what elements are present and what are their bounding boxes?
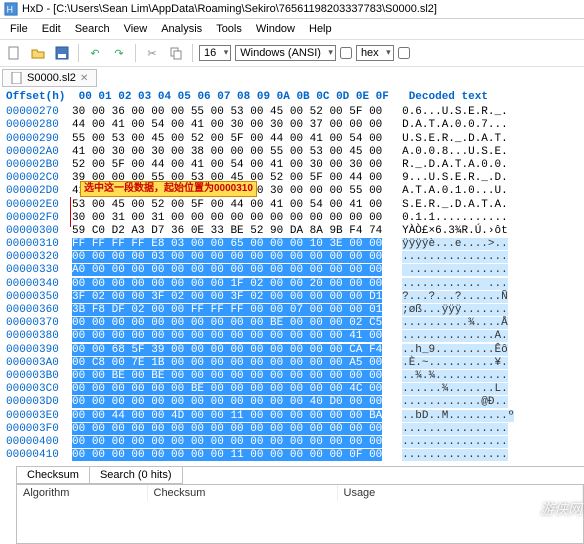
encoding-combo[interactable]: Windows (ANSI): [235, 45, 336, 61]
hex-row[interactable]: 00000400 00 00 00 00 00 00 00 00 00 00 0…: [6, 436, 584, 449]
encoding-checkbox[interactable]: [340, 47, 352, 59]
hex-editor[interactable]: 选中这一段数据，起始位置为0000310 Offset(h) 00 01 02 …: [0, 87, 584, 462]
hex-row[interactable]: 00000370 00 00 00 00 00 00 00 00 00 00 B…: [6, 317, 584, 330]
col-checksum[interactable]: Checksum: [147, 485, 337, 501]
checksum-panel: Algorithm Checksum Usage: [16, 484, 584, 544]
close-tab-icon[interactable]: ✕: [80, 73, 88, 84]
hex-row[interactable]: 00000300 59 C0 D2 A3 D7 36 0E 33 BE 52 9…: [6, 225, 584, 238]
number-base-combo[interactable]: hex: [356, 45, 394, 61]
hex-row[interactable]: 00000360 3B F8 DF 02 00 00 FF FF FF 00 0…: [6, 304, 584, 317]
app-logo-icon: H: [4, 2, 18, 16]
hex-header: Offset(h) 00 01 02 03 04 05 06 07 08 09 …: [6, 91, 584, 104]
hex-row[interactable]: 000003F0 00 00 00 00 00 00 00 00 00 00 0…: [6, 423, 584, 436]
menu-view[interactable]: View: [118, 21, 154, 37]
hex-row[interactable]: 000002A0 41 00 30 00 30 00 38 00 00 00 5…: [6, 146, 584, 159]
menu-file[interactable]: File: [4, 21, 34, 37]
toolbar: ↶ ↷ ✂ 16 Windows (ANSI) hex: [0, 40, 584, 67]
menu-window[interactable]: Window: [250, 21, 301, 37]
hex-row[interactable]: 00000310 FF FF FF FF E8 03 00 00 65 00 0…: [6, 238, 584, 251]
hex-row[interactable]: 00000390 00 00 68 5F 39 00 00 00 00 00 0…: [6, 344, 584, 357]
hex-row[interactable]: 000002E0 53 00 45 00 52 00 5F 00 44 00 4…: [6, 199, 584, 212]
hex-row[interactable]: 00000340 00 00 00 00 00 00 00 00 1F 02 0…: [6, 278, 584, 291]
menu-help[interactable]: Help: [303, 21, 338, 37]
titlebar: H HxD - [C:\Users\Sean Lim\AppData\Roami…: [0, 0, 584, 19]
menubar: File Edit Search View Analysis Tools Win…: [0, 19, 584, 40]
hex-row[interactable]: 000003B0 00 00 BE 00 BE 00 00 00 00 00 0…: [6, 370, 584, 383]
hex-row[interactable]: 00000290 55 00 53 00 45 00 52 00 5F 00 4…: [6, 133, 584, 146]
save-button[interactable]: [52, 43, 72, 63]
base-checkbox[interactable]: [398, 47, 410, 59]
columns-combo[interactable]: 16: [199, 45, 231, 61]
file-icon: [11, 72, 23, 84]
undo-button[interactable]: ↶: [85, 43, 105, 63]
hex-row[interactable]: 000002F0 30 00 31 00 31 00 00 00 00 00 0…: [6, 212, 584, 225]
hex-row[interactable]: 00000350 3F 02 00 00 3F 02 00 00 3F 02 0…: [6, 291, 584, 304]
document-tab[interactable]: S0000.sl2 ✕: [2, 69, 97, 87]
menu-edit[interactable]: Edit: [36, 21, 67, 37]
cut-button[interactable]: ✂: [142, 43, 162, 63]
hex-row[interactable]: 000003C0 00 00 00 00 00 00 BE 00 00 00 0…: [6, 383, 584, 396]
tab-search[interactable]: Search (0 hits): [89, 467, 183, 484]
hex-row[interactable]: 00000270 30 00 36 00 00 00 55 00 53 00 4…: [6, 106, 584, 119]
hex-row[interactable]: 000003D0 00 00 00 00 00 00 00 00 00 00 0…: [6, 396, 584, 409]
tab-checksum[interactable]: Checksum: [16, 467, 90, 484]
hex-row[interactable]: 00000380 00 00 00 00 00 00 00 00 00 00 0…: [6, 330, 584, 343]
hex-row[interactable]: 00000280 44 00 41 00 54 00 41 00 30 00 3…: [6, 119, 584, 132]
hex-row[interactable]: 00000330 A0 00 00 00 00 00 00 00 00 00 0…: [6, 264, 584, 277]
menu-search[interactable]: Search: [69, 21, 116, 37]
hex-row[interactable]: 00000320 00 00 00 00 03 00 00 00 00 00 0…: [6, 251, 584, 264]
hex-row[interactable]: 000003A0 00 C8 00 7E 1B 00 00 00 00 00 0…: [6, 357, 584, 370]
bottom-panel-tabs: Checksum Search (0 hits): [16, 466, 584, 484]
new-file-button[interactable]: [4, 43, 24, 63]
hex-row[interactable]: 000003E0 00 00 44 00 00 4D 00 00 11 00 0…: [6, 410, 584, 423]
menu-tools[interactable]: Tools: [210, 21, 248, 37]
hex-row[interactable]: 00000410 00 00 00 00 00 00 00 00 11 00 0…: [6, 449, 584, 462]
col-usage[interactable]: Usage: [337, 485, 583, 501]
copy-button[interactable]: [166, 43, 186, 63]
hex-row[interactable]: 000002B0 52 00 5F 00 44 00 41 00 54 00 4…: [6, 159, 584, 172]
open-button[interactable]: [28, 43, 48, 63]
annotation-arrow: [70, 197, 71, 227]
svg-text:H: H: [7, 5, 13, 15]
col-algorithm[interactable]: Algorithm: [17, 485, 147, 501]
document-tab-label: S0000.sl2: [27, 72, 76, 84]
annotation-callout: 选中这一段数据，起始位置为0000310: [80, 181, 257, 197]
titlebar-text: HxD - [C:\Users\Sean Lim\AppData\Roaming…: [22, 3, 437, 15]
redo-button[interactable]: ↷: [109, 43, 129, 63]
menu-analysis[interactable]: Analysis: [155, 21, 208, 37]
